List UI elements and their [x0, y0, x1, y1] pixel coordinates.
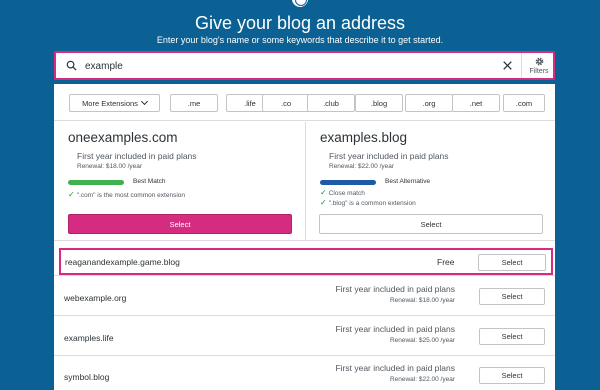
chevron-down-icon [140, 97, 148, 106]
checkmark-icon: ✓ [320, 198, 327, 207]
results-panel: More Extensions .me .life .co .club .blo… [54, 84, 555, 390]
featured-domain-name: oneexamples.com [68, 130, 178, 145]
result-select-button[interactable]: Select [479, 367, 545, 384]
page-title: Give your blog an address [194, 13, 406, 33]
domain-result-row: webexample.org First year included in pa… [54, 277, 555, 316]
result-price-note: First year included in paid plans [335, 284, 455, 294]
domain-result-row: symbol.blog First year included in paid … [54, 357, 555, 390]
search-input[interactable] [85, 58, 485, 74]
match-badge: Best Match [133, 178, 166, 185]
match-strength-bar [68, 180, 124, 185]
match-reason-text: ".blog" is a common extension [328, 200, 416, 207]
page-subtitle: Enter your blog's name or some keywords … [156, 35, 444, 45]
result-renewal-price: Renewal: $25.00 /year [389, 337, 455, 344]
match-badge: Best Alternative [385, 178, 431, 185]
gear-icon [535, 57, 544, 66]
wordpress-logo-icon [292, 0, 308, 7]
result-select-button[interactable]: Select [479, 328, 545, 345]
result-select-button[interactable]: Select [479, 288, 545, 305]
highlighted-result-row: reaganandexample.game.blog Free Select [59, 248, 553, 275]
result-domain-name: reaganandexample.game.blog [65, 257, 180, 267]
featured-select-button[interactable]: Select [68, 214, 292, 234]
checkmark-icon: ✓ [320, 188, 327, 197]
extension-co-button[interactable]: .co [262, 94, 310, 112]
close-icon[interactable] [501, 59, 514, 72]
result-renewal-price: Renewal: $22.00 /year [389, 376, 455, 383]
match-reason: ✓ ".blog" is a common extension [320, 198, 416, 207]
more-extensions-label: More Extensions [82, 98, 138, 108]
checkmark-icon: ✓ [68, 190, 75, 199]
extension-com-button[interactable]: .com [503, 94, 545, 112]
extension-me-button[interactable]: .me [170, 94, 218, 112]
extension-blog-button[interactable]: .blog [355, 94, 403, 112]
featured-renewal-price: Renewal: $18.00 /year [77, 163, 143, 170]
extension-org-button[interactable]: .org [405, 94, 453, 112]
result-domain-name: examples.life [64, 333, 114, 343]
result-domain-name: symbol.blog [64, 372, 110, 382]
featured-domains: oneexamples.com First year included in p… [54, 122, 555, 241]
match-reason-text: ".com" is the most common extension [76, 192, 185, 199]
featured-domain-name: examples.blog [320, 130, 408, 145]
result-domain-name: webexample.org [64, 293, 127, 303]
result-select-button[interactable]: Select [478, 254, 546, 271]
result-price-note: First year included in paid plans [335, 363, 455, 373]
result-price-note: First year included in paid plans [335, 324, 455, 334]
domain-result-row: examples.life First year included in pai… [54, 317, 555, 356]
match-reason: ✓ Close match [320, 188, 365, 197]
search-icon [66, 60, 77, 71]
filters-button[interactable]: Filters [521, 53, 555, 78]
match-strength-bar [320, 180, 376, 185]
match-reason-text: Close match [328, 190, 365, 197]
featured-renewal-price: Renewal: $22.00 /year [329, 163, 395, 170]
featured-domain-card: oneexamples.com First year included in p… [54, 122, 304, 241]
extension-club-button[interactable]: .club [307, 94, 355, 112]
domain-search-bar: Filters [54, 51, 555, 80]
featured-price-note: First year included in paid plans [77, 151, 197, 161]
featured-select-button[interactable]: Select [319, 214, 543, 234]
more-extensions-dropdown[interactable]: More Extensions [69, 94, 160, 112]
extension-filter-bar: More Extensions .me .life .co .club .blo… [54, 84, 555, 121]
filters-label: Filters [529, 68, 549, 75]
result-price: Free [437, 257, 455, 267]
match-reason: ✓ ".com" is the most common extension [68, 190, 185, 199]
result-renewal-price: Renewal: $18.00 /year [389, 297, 455, 304]
featured-price-note: First year included in paid plans [329, 151, 449, 161]
extension-net-button[interactable]: .net [452, 94, 500, 112]
featured-domain-card: examples.blog First year included in pai… [305, 122, 555, 241]
